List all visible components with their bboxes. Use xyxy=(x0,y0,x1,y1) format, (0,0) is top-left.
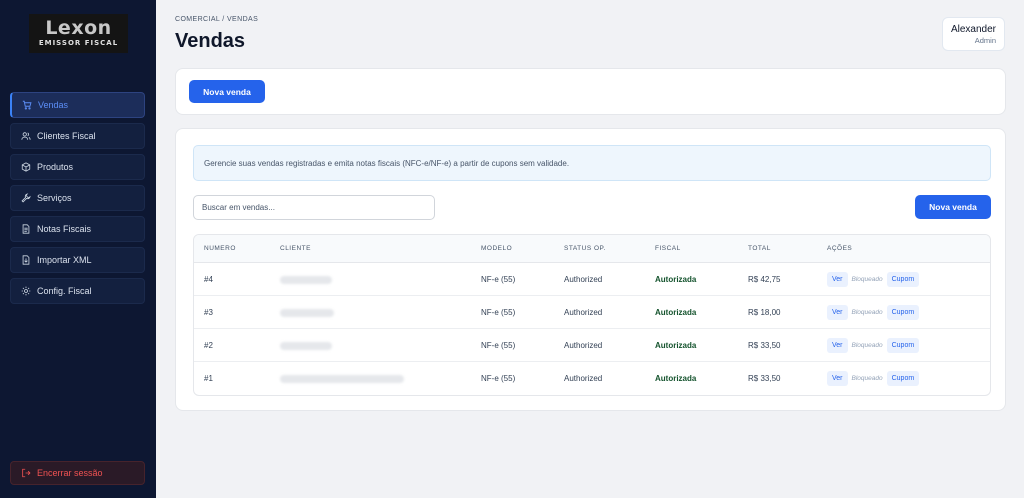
blocked-label: Bloqueado xyxy=(851,309,883,316)
view-button[interactable]: Ver xyxy=(827,272,848,287)
user-role: Admin xyxy=(974,36,996,45)
file-import-icon xyxy=(21,255,31,265)
sales-card: Gerencie suas vendas registradas e emita… xyxy=(175,128,1006,411)
coupon-button[interactable]: Cupom xyxy=(886,305,920,320)
table-row[interactable]: #3 NF-e (55) Authorized Autorizada R$ 18… xyxy=(194,296,990,329)
sidebar-item-clientes-fiscal[interactable]: Clientes Fiscal xyxy=(10,123,145,149)
table-row[interactable]: #2 NF-e (55) Authorized Autorizada R$ 33… xyxy=(194,329,990,362)
cell-status: Authorized xyxy=(564,341,603,350)
sidebar-item-label: Vendas xyxy=(38,100,69,110)
cell-modelo: NF-e (55) xyxy=(481,341,516,350)
users-icon xyxy=(21,131,31,141)
cell-status: Authorized xyxy=(564,275,603,284)
new-sale-button-secondary[interactable]: Nova venda xyxy=(915,195,991,219)
cell-cliente-redacted xyxy=(280,276,332,284)
actions-card: Nova venda xyxy=(175,68,1006,115)
blocked-label: Bloqueado xyxy=(851,342,883,349)
view-button[interactable]: Ver xyxy=(827,338,848,353)
user-menu[interactable]: Alexander Admin xyxy=(942,17,1005,51)
sidebar-item-servicos[interactable]: Serviços xyxy=(10,185,145,211)
blocked-label: Bloqueado xyxy=(851,375,883,382)
cell-modelo: NF-e (55) xyxy=(481,374,516,383)
cell-actions: Ver Bloqueado Cupom xyxy=(827,272,920,287)
column-header-total: TOTAL xyxy=(748,245,771,252)
column-header-acoes: AÇÕES xyxy=(827,245,853,252)
brand-logo[interactable]: Lexon EMISSOR FISCAL xyxy=(29,14,128,53)
sidebar-item-notas-fiscais[interactable]: Notas Fiscais xyxy=(10,216,145,242)
cell-total: R$ 42,75 xyxy=(748,275,781,284)
table-row[interactable]: #1 NF-e (55) Authorized Autorizada R$ 33… xyxy=(194,362,990,395)
sales-table: NUMERO CLIENTE MODELO STATUS OP. FISCAL … xyxy=(193,234,991,396)
gear-icon xyxy=(21,286,31,296)
column-header-fiscal: FISCAL xyxy=(655,245,681,252)
cell-modelo: NF-e (55) xyxy=(481,308,516,317)
table-row[interactable]: #4 NF-e (55) Authorized Autorizada R$ 42… xyxy=(194,263,990,296)
cell-numero: #3 xyxy=(204,308,213,317)
sidebar-item-config-fiscal[interactable]: Config. Fiscal xyxy=(10,278,145,304)
coupon-button[interactable]: Cupom xyxy=(886,371,920,386)
sidebar-item-vendas[interactable]: Vendas xyxy=(10,92,145,118)
cell-total: R$ 18,00 xyxy=(748,308,781,317)
sidebar-item-produtos[interactable]: Produtos xyxy=(10,154,145,180)
brand-tagline: EMISSOR FISCAL xyxy=(38,39,119,47)
cell-fiscal: Autorizada xyxy=(655,275,697,284)
cell-cliente-redacted xyxy=(280,342,332,350)
cell-numero: #1 xyxy=(204,374,213,383)
cell-cliente-redacted xyxy=(280,375,404,383)
cell-actions: Ver Bloqueado Cupom xyxy=(827,371,920,386)
info-banner: Gerencie suas vendas registradas e emita… xyxy=(193,145,991,181)
breadcrumb: COMERCIAL / VENDAS xyxy=(175,16,259,23)
cell-total: R$ 33,50 xyxy=(748,374,781,383)
user-name: Alexander xyxy=(950,24,996,35)
cell-fiscal: Autorizada xyxy=(655,308,697,317)
coupon-button[interactable]: Cupom xyxy=(886,272,920,287)
cell-actions: Ver Bloqueado Cupom xyxy=(827,338,920,353)
cell-modelo: NF-e (55) xyxy=(481,275,516,284)
sidebar-item-label: Config. Fiscal xyxy=(37,286,92,296)
column-header-modelo: MODELO xyxy=(481,245,513,252)
sidebar-item-label: Produtos xyxy=(37,162,74,172)
blocked-label: Bloqueado xyxy=(851,276,883,283)
sidebar-item-label: Notas Fiscais xyxy=(37,224,92,234)
search-input[interactable] xyxy=(193,195,435,220)
view-button[interactable]: Ver xyxy=(827,371,848,386)
document-icon xyxy=(21,224,31,234)
new-sale-button[interactable]: Nova venda xyxy=(189,80,265,103)
sidebar-item-label: Clientes Fiscal xyxy=(37,131,96,141)
brand-name: Lexon xyxy=(45,17,112,39)
sidebar-nav: Vendas Clientes Fiscal Produtos Serviços… xyxy=(10,92,145,309)
column-header-cliente: CLIENTE xyxy=(280,245,311,252)
cell-numero: #4 xyxy=(204,275,213,284)
column-header-numero: NUMERO xyxy=(204,245,236,252)
cell-status: Authorized xyxy=(564,374,603,383)
cart-icon xyxy=(22,100,32,110)
cell-total: R$ 33,50 xyxy=(748,341,781,350)
cell-cliente-redacted xyxy=(280,309,334,317)
logout-button[interactable]: Encerrar sessão xyxy=(10,461,145,485)
sidebar-item-label: Serviços xyxy=(37,193,72,203)
sidebar-item-importar-xml[interactable]: Importar XML xyxy=(10,247,145,273)
cell-status: Authorized xyxy=(564,308,603,317)
table-header: NUMERO CLIENTE MODELO STATUS OP. FISCAL … xyxy=(194,235,990,263)
logout-icon xyxy=(21,468,31,478)
wrench-icon xyxy=(21,193,31,203)
cell-actions: Ver Bloqueado Cupom xyxy=(827,305,920,320)
view-button[interactable]: Ver xyxy=(827,305,848,320)
box-icon xyxy=(21,162,31,172)
cell-fiscal: Autorizada xyxy=(655,374,697,383)
coupon-button[interactable]: Cupom xyxy=(886,338,920,353)
logout-label: Encerrar sessão xyxy=(37,468,103,478)
page-title: Vendas xyxy=(175,30,246,52)
column-header-status: STATUS OP. xyxy=(564,245,606,252)
cell-fiscal: Autorizada xyxy=(655,341,697,350)
sidebar: Lexon EMISSOR FISCAL Vendas Clientes Fis… xyxy=(0,0,156,498)
cell-numero: #2 xyxy=(204,341,213,350)
sidebar-item-label: Importar XML xyxy=(37,255,92,265)
